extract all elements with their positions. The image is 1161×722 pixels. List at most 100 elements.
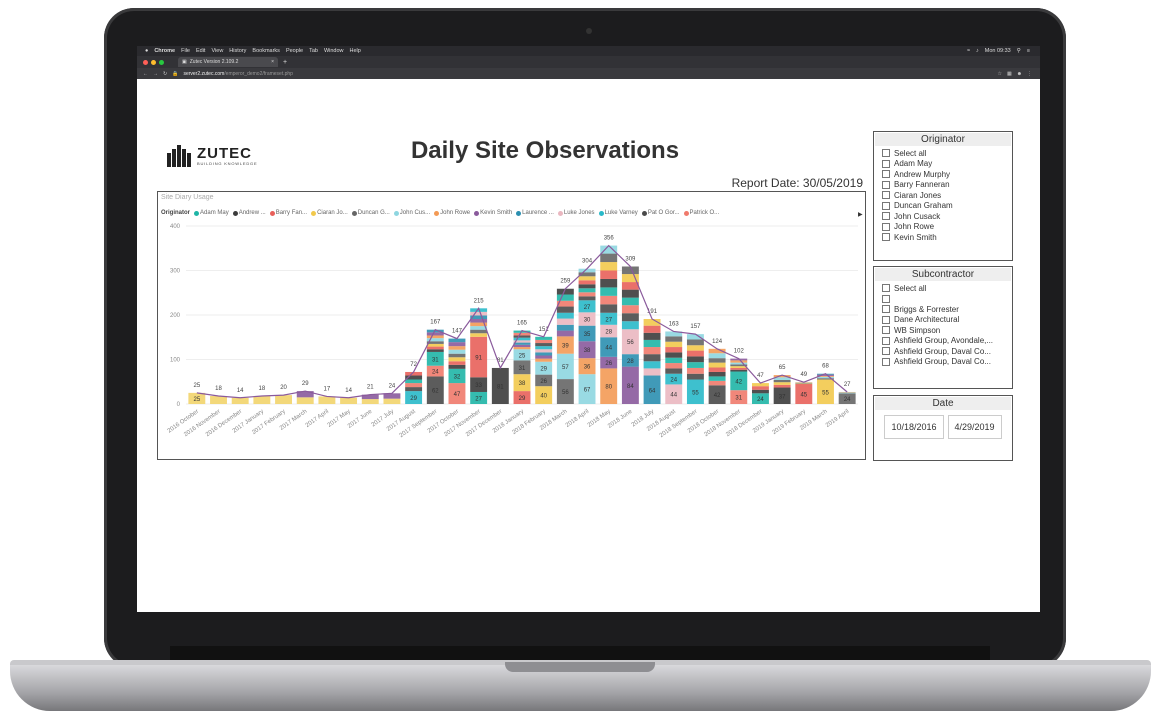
legend-item[interactable]: John Cus...: [393, 210, 430, 216]
originator-item[interactable]: John Cusack: [882, 211, 1012, 222]
bar-segment[interactable]: [296, 397, 314, 404]
bar-segment[interactable]: [513, 344, 531, 348]
bar-segment[interactable]: [448, 361, 466, 365]
profile-icon[interactable]: ☻: [1017, 71, 1022, 77]
subcontractor-checkbox[interactable]: [882, 294, 890, 303]
subcontractor-item[interactable]: Dane Architectural: [882, 315, 1012, 326]
bar-segment[interactable]: [708, 358, 726, 363]
bar-segment[interactable]: [665, 336, 683, 342]
bar-segment[interactable]: [686, 367, 704, 374]
minimize-window-button[interactable]: [151, 59, 156, 65]
bar-segment[interactable]: [556, 312, 574, 319]
url-field[interactable]: server2.zutec.com/emperor_demo2/frameset…: [183, 71, 293, 77]
bar-segment[interactable]: [621, 289, 639, 298]
bookmark-star-icon[interactable]: ☆: [998, 71, 1002, 77]
bar-segment[interactable]: [535, 355, 553, 359]
bar-segment[interactable]: [600, 304, 618, 313]
subcontractor-item[interactable]: Select all: [882, 283, 1012, 294]
bar-segment[interactable]: [426, 346, 444, 350]
bar-segment[interactable]: [665, 347, 683, 353]
bar-segment[interactable]: [643, 339, 661, 348]
bar-segment[interactable]: [470, 311, 488, 316]
bar-segment[interactable]: [730, 367, 748, 370]
bar-segment[interactable]: [730, 360, 748, 363]
subcontractor-checkbox[interactable]: [882, 347, 890, 356]
subcontractor-checkbox[interactable]: [882, 326, 890, 335]
subcontractor-checkbox[interactable]: [882, 284, 890, 293]
bar-segment[interactable]: [513, 347, 531, 350]
bar-segment[interactable]: [448, 364, 466, 369]
wifi-icon[interactable]: ≈: [967, 48, 970, 54]
bar-segment[interactable]: [751, 389, 769, 394]
notification-center-icon[interactable]: ≡: [1027, 48, 1030, 54]
subcontractor-item[interactable]: Ashfield Group, Daval Co...: [882, 357, 1012, 368]
bar-segment[interactable]: [426, 349, 444, 352]
bar-segment[interactable]: [578, 296, 596, 301]
originator-checkbox[interactable]: [882, 149, 890, 158]
bar-segment[interactable]: [643, 325, 661, 333]
bar-segment[interactable]: [621, 297, 639, 306]
bar-segment[interactable]: [405, 387, 423, 392]
legend-item[interactable]: Pat O Gor...: [641, 210, 680, 216]
originator-item[interactable]: Kevin Smith: [882, 232, 1012, 243]
menu-chrome[interactable]: Chrome: [154, 48, 175, 54]
menubar-clock[interactable]: Mon 09:33: [985, 48, 1011, 54]
bar-segment[interactable]: [600, 262, 618, 271]
bar-segment[interactable]: [621, 313, 639, 322]
bar-segment[interactable]: [426, 343, 444, 347]
bar-segment[interactable]: [600, 287, 618, 296]
legend-item[interactable]: Adam May: [194, 210, 229, 216]
date-start-field[interactable]: 10/18/2016: [884, 415, 944, 439]
bar-segment[interactable]: [578, 284, 596, 289]
bar-segment[interactable]: [730, 366, 748, 368]
bar-segment[interactable]: [275, 395, 293, 404]
chart-plot[interactable]: 010020030040025252016 October182016 Nove…: [158, 220, 865, 460]
bar-segment[interactable]: [708, 353, 726, 359]
reload-icon[interactable]: ↻: [163, 71, 167, 77]
bar-segment[interactable]: [838, 391, 856, 393]
bar-segment[interactable]: [448, 353, 466, 358]
bar-segment[interactable]: [795, 383, 813, 385]
bar-segment[interactable]: [535, 358, 553, 362]
extension-icon[interactable]: ▦: [1007, 71, 1012, 77]
subcontractor-checkbox[interactable]: [882, 305, 890, 314]
bar-segment[interactable]: [556, 318, 574, 325]
legend-next-arrow-icon[interactable]: ▶: [858, 211, 863, 218]
originator-item[interactable]: Adam May: [882, 159, 1012, 170]
subcontractor-item[interactable]: [882, 294, 1012, 305]
bar-segment[interactable]: [600, 253, 618, 263]
bar-segment[interactable]: [513, 335, 531, 338]
subcontractor-item[interactable]: Ashfield Group, Daval Co...: [882, 346, 1012, 357]
originator-item[interactable]: Andrew Murphy: [882, 169, 1012, 180]
legend-item[interactable]: Andrew ...: [232, 210, 266, 216]
subcontractor-checkbox[interactable]: [882, 336, 890, 345]
menu-window[interactable]: Window: [324, 48, 344, 54]
bar-segment[interactable]: [773, 379, 791, 383]
bar-segment[interactable]: [513, 342, 531, 345]
bar-segment[interactable]: [383, 398, 401, 404]
bar-segment[interactable]: [665, 363, 683, 369]
maximize-window-button[interactable]: [159, 59, 164, 65]
legend-item[interactable]: Barry Fan...: [269, 210, 307, 216]
bar-segment[interactable]: [708, 367, 726, 372]
bar-segment[interactable]: [708, 380, 726, 386]
originator-checkbox[interactable]: [882, 180, 890, 189]
bar-segment[interactable]: [340, 397, 358, 404]
bar-segment[interactable]: [643, 361, 661, 369]
bar-segment[interactable]: [751, 386, 769, 390]
bar-segment[interactable]: [643, 332, 661, 340]
legend-item[interactable]: Kevin Smith: [474, 210, 512, 216]
legend-item[interactable]: Ciaran Jo...: [311, 210, 348, 216]
bar-segment[interactable]: [643, 347, 661, 355]
legend-item[interactable]: Duncan G...: [351, 210, 390, 216]
bar-segment[interactable]: [556, 324, 574, 331]
legend-item[interactable]: Laurence ...: [516, 210, 554, 216]
legend-item[interactable]: Patrick O...: [683, 210, 719, 216]
bar-segment[interactable]: [665, 352, 683, 358]
subcontractor-item[interactable]: WB Simpson: [882, 325, 1012, 336]
menu-people[interactable]: People: [286, 48, 303, 54]
forward-icon[interactable]: →: [153, 71, 158, 77]
subcontractor-item[interactable]: Ashfield Group, Avondale,...: [882, 336, 1012, 347]
site-diary-usage-chart[interactable]: Site Diary Usage Originator Adam May Andr…: [157, 191, 866, 460]
bar-segment[interactable]: [318, 396, 336, 404]
